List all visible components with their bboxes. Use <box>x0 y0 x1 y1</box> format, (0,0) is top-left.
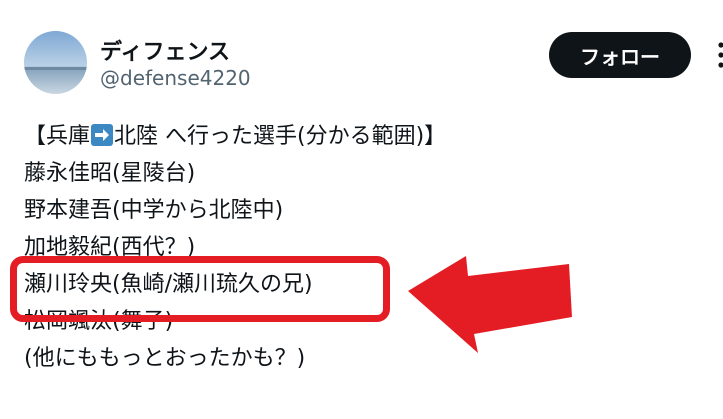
tweet-line-heading: 【兵庫 北陸 へ行った選手(分かる範囲)】 <box>24 118 674 155</box>
highlight-arrow-icon <box>408 256 572 353</box>
highlight-box <box>10 256 390 322</box>
follow-button[interactable]: フォロー <box>549 32 691 78</box>
tweet-text: 【兵庫 北陸 へ行った選手(分かる範囲)】 藤永佳昭(星陵台) 野本建吾(中学から… <box>24 118 674 377</box>
display-name[interactable]: ディフェンス <box>100 34 230 66</box>
user-handle[interactable]: @defense4220 <box>100 66 251 90</box>
tweet-line: 野本建吾(中学から北陸中) <box>24 198 284 223</box>
tweet-line: (他にももっとおったかも？) <box>24 346 306 371</box>
more-vertical-icon[interactable] <box>707 41 723 69</box>
tweet-line: 藤永佳昭(星陵台) <box>24 161 196 186</box>
avatar-sky-icon <box>24 31 87 94</box>
avatar[interactable] <box>24 31 87 94</box>
tweet-heading-prefix: 【兵庫 <box>24 124 91 149</box>
right-arrow-emoji-icon <box>91 124 114 146</box>
tweet-heading-suffix: 北陸 へ行った選手(分かる範囲)】 <box>114 124 447 149</box>
